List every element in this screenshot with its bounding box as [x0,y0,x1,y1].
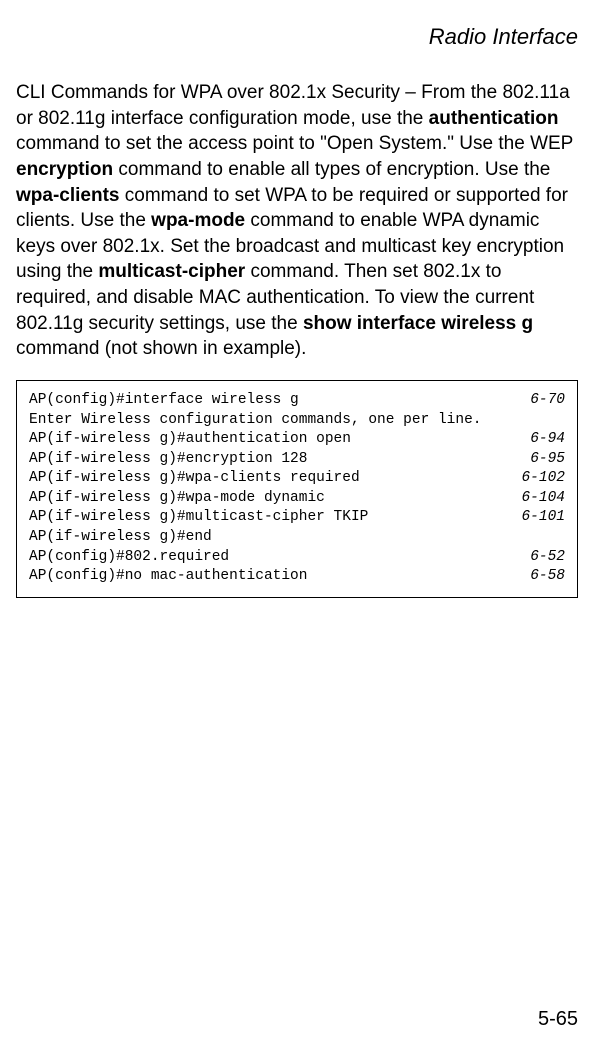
code-command: AP(if-wireless g)#end [29,528,212,548]
code-command: AP(if-wireless g)#authentication open [29,430,351,450]
code-ref: 6-95 [530,450,565,470]
text-segment: command to enable all types of encryptio… [113,159,550,180]
bold-wpa-mode: wpa-mode [151,210,245,231]
code-line: AP(if-wireless g)#encryption 128 6-95 [29,450,565,470]
bold-multicast-cipher: multicast-cipher [98,261,245,282]
code-ref: 6-94 [530,430,565,450]
code-line: AP(config)#no mac-authentication 6-58 [29,567,565,587]
code-ref: 6-70 [530,391,565,411]
text-segment: command (not shown in example). [16,338,306,359]
text-segment: command to set the access point to "Open… [16,133,573,154]
code-line: AP(config)#interface wireless g 6-70 [29,391,565,411]
code-line: Enter Wireless configuration commands, o… [29,411,565,431]
bold-authentication: authentication [429,108,559,129]
code-command: AP(if-wireless g)#multicast-cipher TKIP [29,508,368,528]
code-line: AP(if-wireless g)#multicast-cipher TKIP … [29,508,565,528]
code-line: AP(if-wireless g)#wpa-mode dynamic 6-104 [29,489,565,509]
page-number: 5-65 [538,1008,578,1031]
code-command: AP(if-wireless g)#wpa-mode dynamic [29,489,325,509]
code-ref: 6-52 [530,548,565,568]
code-command: AP(if-wireless g)#encryption 128 [29,450,307,470]
page-header-title: Radio Interface [16,24,578,50]
code-command: AP(if-wireless g)#wpa-clients required [29,469,360,489]
bold-encryption: encryption [16,159,113,180]
code-ref: 6-102 [521,469,565,489]
cli-code-block: AP(config)#interface wireless g 6-70 Ent… [16,380,578,598]
code-ref: 6-104 [521,489,565,509]
code-ref: 6-58 [530,567,565,587]
bold-show-interface: show interface wireless g [303,313,533,334]
code-ref: 6-101 [521,508,565,528]
code-line: AP(if-wireless g)#wpa-clients required 6… [29,469,565,489]
code-command: Enter Wireless configuration commands, o… [29,411,481,431]
code-line: AP(if-wireless g)#end [29,528,565,548]
code-command: AP(config)#802.required [29,548,229,568]
bold-wpa-clients: wpa-clients [16,185,119,206]
code-command: AP(config)#interface wireless g [29,391,299,411]
code-line: AP(config)#802.required 6-52 [29,548,565,568]
code-line: AP(if-wireless g)#authentication open 6-… [29,430,565,450]
body-paragraph: CLI Commands for WPA over 802.1x Securit… [16,80,578,362]
code-command: AP(config)#no mac-authentication [29,567,307,587]
